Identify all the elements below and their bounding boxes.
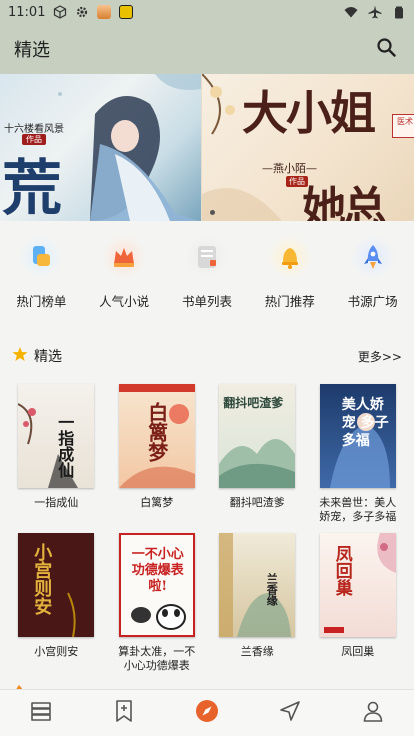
section-title: 精选 [34,349,62,365]
cover-title: 白篱梦 [144,402,169,462]
cover-title: 一指成仙 [55,414,75,478]
book-source-plaza-icon [350,235,395,279]
banner-1-subtitle: 十六楼看风景 [4,124,64,135]
cover-title: 一不小心 功德爆表啦! [131,547,184,594]
bookmark-add-icon [113,699,135,727]
airplane-mode-icon [368,5,382,19]
book-title: 小宫则安 [34,645,79,658]
book-item[interactable]: 兰香缘 兰香缘 [216,533,298,673]
popular-novel-icon [102,235,147,279]
book-item[interactable]: 翻抖吧渣爹 翻抖吧渣爹 [216,384,298,524]
book-title: 凤回巢 [341,645,375,658]
book-cover: 翻抖吧渣爹 [219,384,296,488]
book-title: 兰香缘 [240,645,274,658]
book-cover: 兰香缘 [219,533,296,637]
banner-1-title: 荒 [2,154,62,221]
category-hot-recommend[interactable]: 热门推荐 [255,235,325,319]
profile-tab[interactable] [353,693,393,733]
book-row: 小宫则安 小宫则安 一不小心 功德爆表啦! 算卦太准，一不小心功德爆表了！ 兰香… [0,533,414,673]
cover-title: 凤回巢 [331,545,352,596]
book-title: 未来兽世：美人娇宠，多子多福 [319,496,397,523]
more-link[interactable]: 更多>> [358,348,402,365]
search-icon [376,37,396,61]
user-icon [361,699,385,727]
book-item[interactable]: 凤回巢 凤回巢 [317,533,399,673]
navigation-arrow-icon [278,699,302,727]
book-title: 白篱梦 [140,496,174,509]
book-cover: 白篱梦 [118,384,195,488]
bookmark-tab[interactable] [104,693,144,733]
banner-2-title-line2: 她总 [302,183,387,221]
page-title: 精选 [14,40,50,61]
book-cover: 凤回巢 [319,533,396,637]
hot-recommend-icon [267,235,312,279]
book-list-icon [184,235,229,279]
book-item[interactable]: 一不小心 功德爆表啦! 算卦太准，一不小心功德爆表了！ [116,533,198,673]
book-item[interactable]: 一指成仙 一指成仙 [15,384,97,524]
category-row: 热门榜单 人气小说 书单列表 热门推荐 书源广场 [0,221,414,319]
category-label: 热门推荐 [264,294,315,309]
book-title: 翻抖吧渣爹 [229,496,285,509]
book-item[interactable]: 美人娇宠 多子多福 未来兽世：美人娇宠，多子多福 [317,384,399,524]
carousel-indicator [210,210,215,215]
stack-icon [29,699,53,727]
status-bar: 11:01 [0,0,414,24]
book-item[interactable]: 小宫则安 小宫则安 [15,533,97,673]
book-cover: 一指成仙 [18,384,95,488]
cube-icon [53,5,67,19]
book-row: 一指成仙 一指成仙 白篱梦 白篱梦 翻抖吧渣爹 翻抖吧渣爹 美人娇宠 多子多福 … [0,384,414,524]
category-label: 人气小说 [99,294,150,309]
cover-title: 兰香缘 [265,573,279,606]
banner-2-title: 大小姐 [242,86,376,140]
banner-2-title-line1: 大小姐 [242,86,376,140]
category-book-list[interactable]: 书单列表 [172,235,242,319]
book-cover: 一不小心 功德爆表啦! [118,533,195,637]
game-notification-icon [119,5,134,19]
category-label: 书源广场 [347,294,398,309]
book-cover: 美人娇宠 多子多福 [319,384,396,488]
status-time: 11:01 [8,4,46,20]
app-bar: 精选 [0,24,414,74]
section-header-featured: 精选 更多>> [0,341,414,371]
wifi-icon [344,5,358,19]
cover-title: 翻抖吧渣爹 [223,396,284,410]
banner-slide-1[interactable]: 十六楼看风景 作品 荒 [0,74,201,221]
explore-tab[interactable] [270,693,310,733]
cover-title: 美人娇宠 多子多福 [341,397,389,449]
book-grid: 一指成仙 一指成仙 白篱梦 白篱梦 翻抖吧渣爹 翻抖吧渣爹 美人娇宠 多子多福 … [0,384,414,673]
star-icon [12,346,28,366]
banner-2-side-label: 医术 [392,114,414,138]
category-popular-novel[interactable]: 人气小说 [89,235,159,319]
category-hot-list[interactable]: 热门榜单 [6,235,76,319]
compass-icon [195,699,219,727]
category-book-source[interactable]: 书源广场 [338,235,408,319]
battery-icon [392,5,406,19]
book-title: 一指成仙 [34,496,79,509]
bookshelf-tab[interactable] [21,693,61,733]
app-notification-icon [97,5,112,19]
ranking-list-icon [19,235,64,279]
category-label: 热门榜单 [16,294,67,309]
book-cover: 小宫则安 [18,533,95,637]
bottom-navigation [0,689,414,736]
book-title: 算卦太准，一不小心功德爆表了！ [118,645,196,672]
discover-tab[interactable] [187,693,227,733]
settings-gear-icon [75,5,89,19]
carousel-dot [210,210,215,215]
search-button[interactable] [372,35,400,63]
book-item[interactable]: 白篱梦 白篱梦 [116,384,198,524]
cover-title: 小宫则安 [31,543,53,615]
banner-slide-2[interactable]: 大小姐 —燕小陌— 作品 她总 医术 [201,74,414,221]
category-label: 书单列表 [181,294,232,309]
banner-carousel[interactable]: 十六楼看风景 作品 荒 大小姐 —燕小陌— 作品 她总 医术 [0,74,414,221]
